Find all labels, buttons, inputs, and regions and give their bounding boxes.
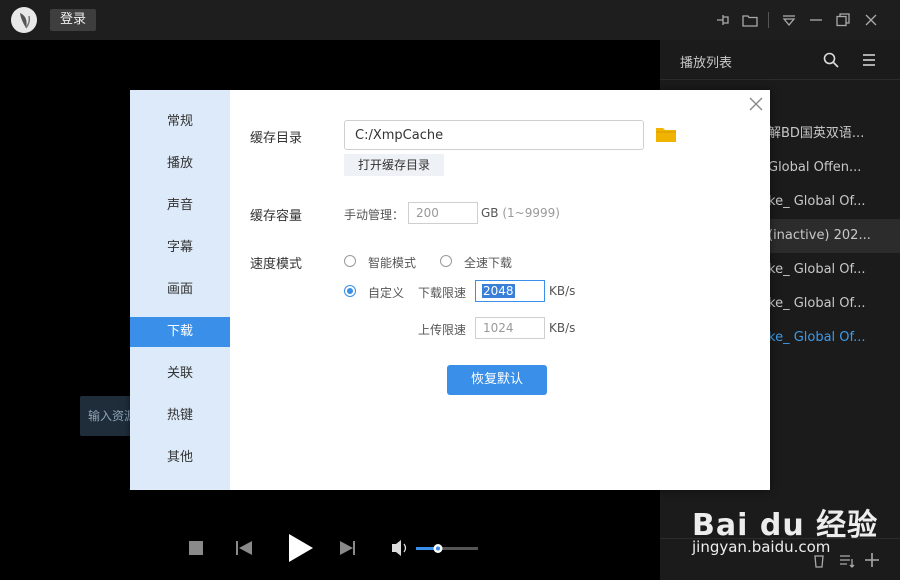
upload-limit-label: 上传限速 (418, 323, 467, 337)
minimize-icon[interactable] (805, 9, 827, 31)
title-bar-separator (768, 12, 769, 28)
cache-size-input[interactable] (408, 202, 478, 224)
restore-default-button[interactable]: 恢复默认 (447, 365, 547, 395)
stop-icon[interactable] (189, 541, 203, 555)
settings-nav: 常规 播放 声音 字幕 画面 下载 关联 热键 其他 (130, 90, 230, 490)
volume-icon[interactable] (392, 540, 407, 556)
custom-label[interactable]: 自定义 (368, 284, 404, 301)
radio-full-speed[interactable] (440, 255, 452, 267)
nav-item-association[interactable]: 关联 (130, 359, 230, 389)
manual-manage-label: 手动管理： (344, 208, 405, 222)
folder-icon[interactable] (739, 9, 761, 31)
download-limit-unit: KB/s (549, 284, 576, 298)
volume-slider[interactable] (416, 544, 478, 553)
playlist-title: 播放列表 (680, 56, 733, 71)
pin-icon[interactable] (712, 9, 734, 31)
add-icon[interactable] (863, 551, 881, 569)
title-bar: 登录 (0, 0, 900, 40)
download-limit-input[interactable]: 2048 (475, 280, 545, 302)
cache-size-unit: GB (481, 206, 499, 220)
nav-item-download[interactable]: 下载 (130, 317, 230, 347)
logo-icon[interactable] (11, 7, 37, 33)
settings-dialog: 常规 播放 声音 字幕 画面 下载 关联 热键 其他 缓存目录 打开缓存目录 缓… (130, 90, 770, 490)
cache-size-range: (1~9999) (502, 206, 560, 220)
cache-dir-label: 缓存目录 (250, 131, 303, 146)
baidu-watermark: Bai du 经验 jingyan.baidu.com (692, 500, 878, 556)
list-menu-icon[interactable] (861, 52, 877, 68)
menu-down-icon[interactable] (778, 9, 800, 31)
download-limit-label: 下载限速 (418, 286, 467, 300)
browse-folder-icon[interactable] (655, 125, 677, 143)
full-speed-label[interactable]: 全速下载 (464, 254, 512, 271)
open-cache-dir-button[interactable]: 打开缓存目录 (344, 154, 444, 176)
nav-item-general[interactable]: 常规 (130, 107, 230, 137)
nav-item-picture[interactable]: 画面 (130, 275, 230, 305)
previous-icon[interactable] (236, 541, 252, 555)
restore-icon[interactable] (832, 9, 854, 31)
radio-custom[interactable] (344, 285, 356, 297)
watermark-url: jingyan.baidu.com (692, 538, 831, 556)
nav-item-subtitle[interactable]: 字幕 (130, 233, 230, 263)
radio-smart-mode[interactable] (344, 255, 356, 267)
playback-controls (180, 528, 500, 568)
nav-item-audio[interactable]: 声音 (130, 191, 230, 221)
cache-size-unit-range: GB (1~9999) (481, 206, 560, 220)
upload-limit-unit: KB/s (549, 321, 576, 335)
nav-item-other[interactable]: 其他 (130, 443, 230, 473)
nav-item-playback[interactable]: 播放 (130, 149, 230, 179)
play-icon[interactable] (289, 534, 313, 562)
sort-list-icon[interactable] (838, 551, 856, 569)
speed-mode-label: 速度模式 (250, 257, 303, 272)
close-icon[interactable] (860, 9, 882, 31)
login-button[interactable]: 登录 (50, 9, 96, 31)
playlist-header: 播放列表 (660, 40, 900, 80)
next-icon[interactable] (340, 541, 355, 555)
upload-limit-input[interactable] (475, 317, 545, 339)
cache-size-label: 缓存容量 (250, 209, 303, 224)
download-limit-value: 2048 (482, 284, 515, 298)
search-icon[interactable] (822, 51, 840, 69)
nav-item-hotkeys[interactable]: 热键 (130, 401, 230, 431)
cache-dir-input[interactable] (344, 120, 644, 150)
dialog-close-icon[interactable] (748, 96, 764, 112)
smart-mode-label[interactable]: 智能模式 (368, 254, 416, 271)
